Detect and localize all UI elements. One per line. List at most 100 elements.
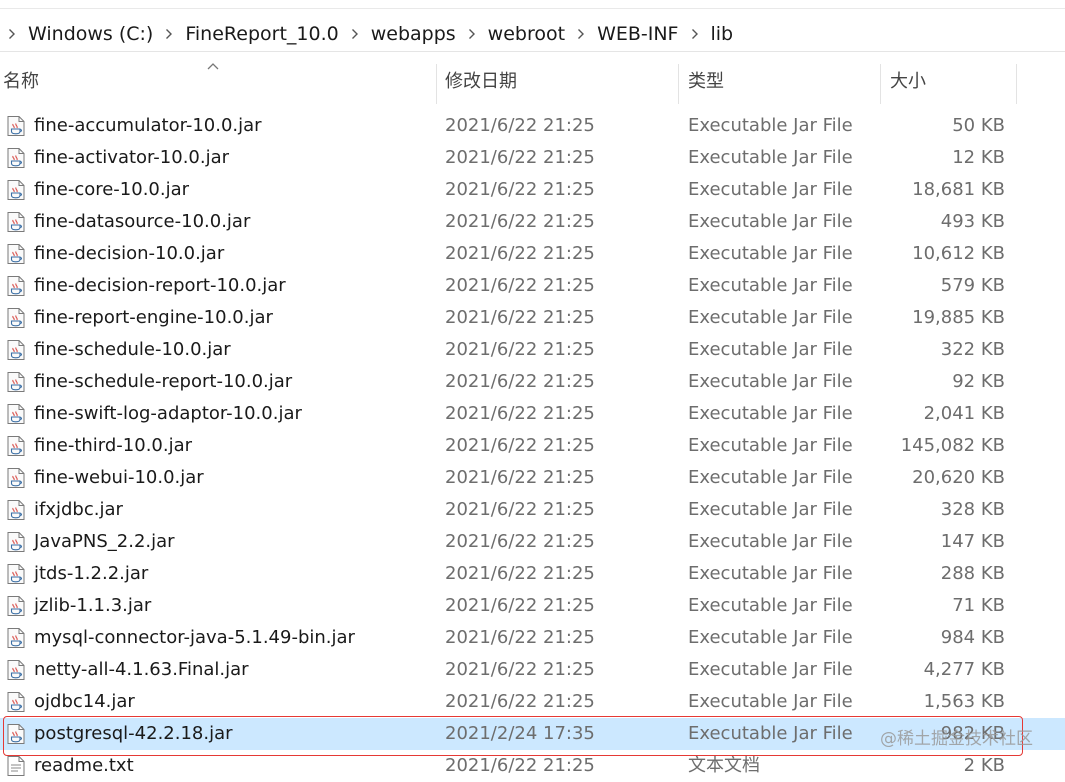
file-size: 10,612 KB <box>912 243 1005 264</box>
file-size: 18,681 KB <box>912 179 1005 200</box>
file-size: 92 KB <box>952 371 1005 392</box>
jar-file-icon <box>5 435 27 457</box>
column-header-date[interactable]: 修改日期 <box>445 56 675 104</box>
jar-file-icon <box>5 147 27 169</box>
file-type: Executable Jar File <box>688 467 853 488</box>
file-type: Executable Jar File <box>688 691 853 712</box>
column-divider[interactable] <box>678 64 679 104</box>
file-row[interactable]: JavaPNS_2.2.jar 2021/6/22 21:25 Executable… <box>0 526 1065 558</box>
file-type: Executable Jar File <box>688 243 853 264</box>
file-row[interactable]: fine-activator-10.0.jar 2021/6/22 21:25 Ex… <box>0 142 1065 174</box>
jar-file-icon <box>5 115 27 137</box>
file-modified-date: 2021/6/22 21:25 <box>445 403 595 424</box>
file-type: Executable Jar File <box>688 211 853 232</box>
file-modified-date: 2021/6/22 21:25 <box>445 115 595 136</box>
column-header-type[interactable]: 类型 <box>688 56 873 104</box>
chevron-right-icon[interactable] <box>690 29 700 39</box>
chevron-right-icon[interactable] <box>576 29 586 39</box>
file-row[interactable]: fine-report-engine-10.0.jar 2021/6/22 21:… <box>0 302 1065 334</box>
file-row[interactable]: fine-datasource-10.0.jar 2021/6/22 21:25 E… <box>0 206 1065 238</box>
breadcrumb-item[interactable]: webroot <box>484 23 569 45</box>
file-size: 493 KB <box>940 211 1005 232</box>
file-name: netty-all-4.1.63.Final.jar <box>34 659 249 680</box>
file-row[interactable]: jtds-1.2.2.jar 2021/6/22 21:25 Executable … <box>0 558 1065 590</box>
file-row[interactable]: fine-accumulator-10.0.jar 2021/6/22 21:25… <box>0 110 1065 142</box>
file-row[interactable]: readme.txt 2021/6/22 21:25 文本文档 2 KB <box>0 750 1065 782</box>
watermark: @稀土掘金技术社区 <box>880 729 1033 749</box>
file-type: Executable Jar File <box>688 499 853 520</box>
jar-file-icon <box>5 275 27 297</box>
file-size: 71 KB <box>952 595 1005 616</box>
column-header-type-label: 类型 <box>688 71 724 92</box>
column-header-name-label: 名称 <box>3 71 39 92</box>
file-modified-date: 2021/6/22 21:25 <box>445 563 595 584</box>
file-type: Executable Jar File <box>688 339 853 360</box>
file-row[interactable]: netty-all-4.1.63.Final.jar 2021/6/22 21:2… <box>0 654 1065 686</box>
file-size: 4,277 KB <box>923 659 1005 680</box>
file-row[interactable]: fine-schedule-10.0.jar 2021/6/22 21:25 Exe… <box>0 334 1065 366</box>
file-type: Executable Jar File <box>688 627 853 648</box>
file-size: 147 KB <box>940 531 1005 552</box>
file-modified-date: 2021/6/22 21:25 <box>445 755 595 776</box>
file-modified-date: 2021/6/22 21:25 <box>445 147 595 168</box>
jar-file-icon <box>5 499 27 521</box>
file-name: fine-activator-10.0.jar <box>34 147 230 168</box>
breadcrumb-item[interactable]: WEB-INF <box>593 23 682 45</box>
file-modified-date: 2021/6/22 21:25 <box>445 499 595 520</box>
file-row[interactable]: ojdbc14.jar 2021/6/22 21:25 Executable Jar… <box>0 686 1065 718</box>
file-type: Executable Jar File <box>688 403 853 424</box>
file-row[interactable]: jzlib-1.1.3.jar 2021/6/22 21:25 Executable… <box>0 590 1065 622</box>
file-modified-date: 2021/6/22 21:25 <box>445 179 595 200</box>
jar-file-icon <box>5 243 27 265</box>
column-divider[interactable] <box>880 64 881 104</box>
file-name: JavaPNS_2.2.jar <box>34 531 175 552</box>
file-row[interactable]: fine-schedule-report-10.0.jar 2021/6/22 2… <box>0 366 1065 398</box>
file-name: fine-swift-log-adaptor-10.0.jar <box>34 403 302 424</box>
file-size: 328 KB <box>940 499 1005 520</box>
breadcrumb-item[interactable]: Windows (C:) <box>24 23 157 45</box>
jar-file-icon <box>5 531 27 553</box>
chevron-right-icon[interactable] <box>164 29 174 39</box>
file-modified-date: 2021/6/22 21:25 <box>445 595 595 616</box>
file-row[interactable]: mysql-connector-java-5.1.49-bin.jar 2021/… <box>0 622 1065 654</box>
file-size: 1,563 KB <box>923 691 1005 712</box>
chevron-right-icon[interactable] <box>350 29 360 39</box>
file-size: 288 KB <box>940 563 1005 584</box>
column-divider[interactable] <box>1016 64 1017 104</box>
toolbar-divider <box>0 8 1065 9</box>
column-header-size[interactable]: 大小 <box>890 56 1010 104</box>
file-name: postgresql-42.2.18.jar <box>34 723 233 744</box>
file-modified-date: 2021/6/22 21:25 <box>445 659 595 680</box>
jar-file-icon <box>5 339 27 361</box>
breadcrumb-item[interactable]: webapps <box>367 23 460 45</box>
file-type: Executable Jar File <box>688 275 853 296</box>
file-size: 984 KB <box>940 627 1005 648</box>
file-name: fine-third-10.0.jar <box>34 435 193 456</box>
file-row[interactable]: fine-webui-10.0.jar 2021/6/22 21:25 Execut… <box>0 462 1065 494</box>
file-row[interactable]: fine-third-10.0.jar 2021/6/22 21:25 Execut… <box>0 430 1065 462</box>
file-type: Executable Jar File <box>688 307 853 328</box>
file-row[interactable]: fine-swift-log-adaptor-10.0.jar 2021/6/22… <box>0 398 1065 430</box>
column-header-date-label: 修改日期 <box>445 71 517 92</box>
file-size: 322 KB <box>940 339 1005 360</box>
column-header-name[interactable]: 名称 <box>3 56 433 104</box>
file-size: 20,620 KB <box>912 467 1005 488</box>
file-modified-date: 2021/6/22 21:25 <box>445 307 595 328</box>
file-row[interactable]: fine-core-10.0.jar 2021/6/22 21:25 Executa… <box>0 174 1065 206</box>
column-divider[interactable] <box>436 64 437 104</box>
file-row[interactable]: fine-decision-report-10.0.jar 2021/6/22 2… <box>0 270 1065 302</box>
file-modified-date: 2021/6/22 21:25 <box>445 275 595 296</box>
jar-file-icon <box>5 595 27 617</box>
file-type: Executable Jar File <box>688 723 853 744</box>
file-row[interactable]: ifxjdbc.jar 2021/6/22 21:25 Executable Jar… <box>0 494 1065 526</box>
file-type: Executable Jar File <box>688 179 853 200</box>
breadcrumb-item[interactable]: lib <box>707 23 738 45</box>
breadcrumb-item[interactable]: FineReport_10.0 <box>181 23 342 45</box>
chevron-right-icon[interactable] <box>7 29 17 39</box>
file-name: fine-schedule-report-10.0.jar <box>34 371 293 392</box>
chevron-right-icon[interactable] <box>467 29 477 39</box>
file-size: 2 KB <box>963 755 1005 776</box>
file-name: readme.txt <box>34 755 134 776</box>
file-row[interactable]: fine-decision-10.0.jar 2021/6/22 21:25 Exe… <box>0 238 1065 270</box>
file-type: Executable Jar File <box>688 563 853 584</box>
